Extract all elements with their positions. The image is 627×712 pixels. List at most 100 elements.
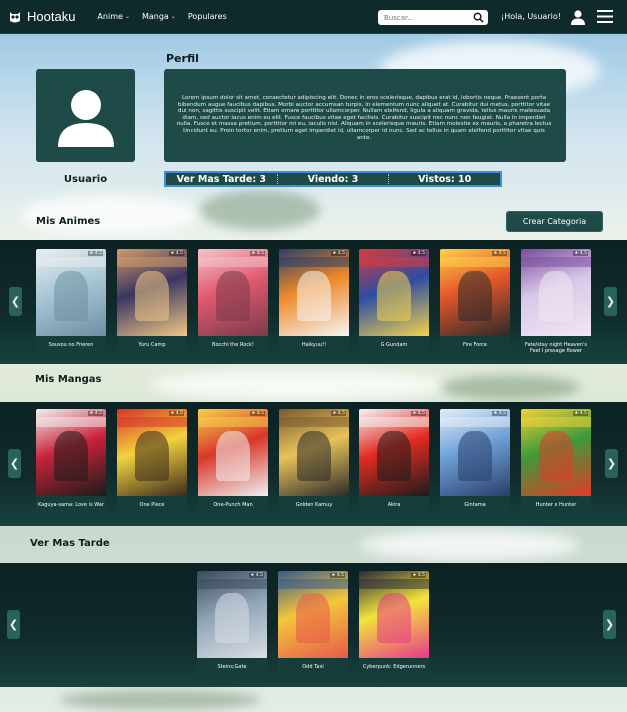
rating-badge: ★ 4.5 [492, 251, 507, 256]
cover-art-band [359, 257, 429, 267]
media-card[interactable]: ★ 4.5 Sousou no Frieren [36, 249, 106, 354]
section-title-animes: Mis Animes [36, 216, 101, 227]
cover-art-band [521, 257, 591, 267]
cover-image: ★ 4.5 [440, 409, 510, 496]
media-card[interactable]: ★ 4.5 Hunter x Hunter [521, 409, 591, 514]
chevron-right-icon[interactable]: ❯ [605, 449, 618, 478]
stat-ver-mas-tarde[interactable]: Ver Mas Tarde: 3 [166, 174, 277, 185]
owl-icon [10, 11, 20, 22]
cover-image: ★ 4.5 [117, 249, 187, 336]
cover-art-shape [297, 271, 331, 321]
cover-image: ★ 4.5 [279, 409, 349, 496]
media-card[interactable]: ★ 4.5 Akira [359, 409, 429, 514]
chevron-right-icon[interactable]: ❯ [604, 287, 617, 316]
rating-badge: ★ 4.5 [249, 573, 264, 578]
card-title: Fire Force [462, 342, 488, 348]
card-title: Kaguya-sama: Love is War [38, 502, 105, 508]
chevron-left-icon[interactable]: ❮ [8, 449, 21, 478]
media-card[interactable]: ★ 4.5 Cyberpunk: Edgerunners [359, 571, 429, 679]
cover-art-shape [377, 271, 411, 321]
media-card[interactable]: ★ 4.5 G Gundam [359, 249, 429, 354]
chevron-left-icon[interactable]: ❮ [7, 610, 20, 639]
chevron-right-icon[interactable]: ❯ [603, 610, 616, 639]
nav-populares[interactable]: Populares [188, 12, 227, 21]
media-card[interactable]: ★ 4.5 Steins;Gate [197, 571, 267, 679]
cover-art-shape [296, 593, 330, 643]
rating-badge: ★ 4.5 [331, 411, 346, 416]
nav-manga[interactable]: Manga ⌄ [142, 12, 176, 21]
rating-badge: ★ 4.5 [330, 573, 345, 578]
cover-art-shape [135, 271, 169, 321]
section-title-mangas: Mis Mangas [35, 374, 102, 385]
media-card[interactable]: ★ 4.5 Fate/stay night Heaven's Feel I pre… [521, 249, 591, 354]
cover-art-shape [377, 593, 411, 643]
cover-image: ★ 4.5 [198, 409, 268, 496]
cover-image: ★ 4.5 [440, 249, 510, 336]
rating-badge: ★ 4.5 [573, 411, 588, 416]
cover-image: ★ 4.5 [36, 409, 106, 496]
media-card[interactable]: ★ 4.5 One-Punch Man [198, 409, 268, 514]
card-title: Haikyuu!! [301, 342, 327, 348]
profile-username: Usuario [63, 174, 108, 185]
media-card[interactable]: ★ 4.5 Gintama [440, 409, 510, 514]
cover-art-band [359, 417, 429, 427]
cover-art-shape [539, 271, 573, 321]
user-icon[interactable] [570, 9, 586, 25]
card-title: Yuru Camp [138, 342, 166, 348]
media-card[interactable]: ★ 4.5 Kaguya-sama: Love is War [36, 409, 106, 514]
cover-art-band [36, 257, 106, 267]
stat-viendo[interactable]: Viendo: 3 [278, 174, 389, 185]
cover-art-shape [215, 593, 249, 643]
nav-anime[interactable]: Anime ⌄ [97, 12, 130, 21]
search-icon[interactable] [473, 12, 484, 23]
card-title: One Piece [139, 502, 165, 508]
cover-image: ★ 4.5 [521, 409, 591, 496]
cover-art-shape [54, 271, 88, 321]
profile-stats: Ver Mas Tarde: 3 Viendo: 3 Vistos: 10 [164, 171, 502, 187]
cover-art-shape [458, 431, 492, 481]
card-title: G Gundam [380, 342, 408, 348]
chevron-left-icon[interactable]: ❮ [9, 287, 22, 316]
media-card[interactable]: ★ 4.5 Fire Force [440, 249, 510, 354]
animes-carousel: ❮ ❯ ★ 4.5 Sousou no Frieren ★ 4.5 Yuru Camp… [0, 240, 627, 364]
cover-image: ★ 4.5 [521, 249, 591, 336]
rating-badge: ★ 4.5 [169, 411, 184, 416]
card-title: Fate/stay night Heaven's Feel I presage … [525, 342, 587, 354]
cover-art-band [279, 257, 349, 267]
rating-badge: ★ 4.5 [411, 573, 426, 578]
brand-logo[interactable]: Hootaku [8, 9, 75, 24]
cover-image: ★ 4.5 [359, 409, 429, 496]
card-title: Golden Kamuy [295, 502, 333, 508]
media-card[interactable]: ★ 4.5 Golden Kamuy [279, 409, 349, 514]
media-card[interactable]: ★ 4.5 Yuru Camp [117, 249, 187, 354]
main-menu: Anime ⌄ Manga ⌄ Populares [97, 12, 226, 21]
cover-art-band [198, 417, 268, 427]
card-title: One-Punch Man [213, 502, 253, 508]
cover-image: ★ 4.5 [197, 571, 267, 658]
card-title: Sousou no Frieren [48, 342, 94, 348]
profile-title: Perfil [166, 52, 199, 65]
cover-art-band [440, 257, 510, 267]
media-card[interactable]: ★ 4.5 Haikyuu!! [279, 249, 349, 354]
search-input[interactable] [378, 13, 468, 22]
card-title: Cyberpunk: Edgerunners [362, 664, 426, 670]
cover-art-shape [216, 431, 250, 481]
create-category-button[interactable]: Crear Categoria [506, 211, 603, 232]
cover-art-band [197, 579, 267, 589]
rating-badge: ★ 4.5 [492, 411, 507, 416]
rating-badge: ★ 4.5 [88, 411, 103, 416]
cover-art-band [359, 579, 429, 589]
cover-image: ★ 4.5 [359, 571, 429, 658]
stat-vistos[interactable]: Vistos: 10 [389, 174, 500, 185]
profile-bio: Lorem ipsum dolor sit amet, consectetur … [164, 69, 566, 162]
cover-art-band [278, 579, 348, 589]
media-card[interactable]: ★ 4.5 Bocchi the Rock! [198, 249, 268, 354]
cover-art-shape [216, 271, 250, 321]
card-title: Odd Taxi [302, 664, 324, 670]
media-card[interactable]: ★ 4.5 Odd Taxi [278, 571, 348, 679]
cover-art-shape [539, 431, 573, 481]
hamburger-menu-icon[interactable] [597, 9, 613, 24]
rating-badge: ★ 4.5 [250, 411, 265, 416]
cover-art-shape [135, 431, 169, 481]
media-card[interactable]: ★ 4.5 One Piece [117, 409, 187, 514]
